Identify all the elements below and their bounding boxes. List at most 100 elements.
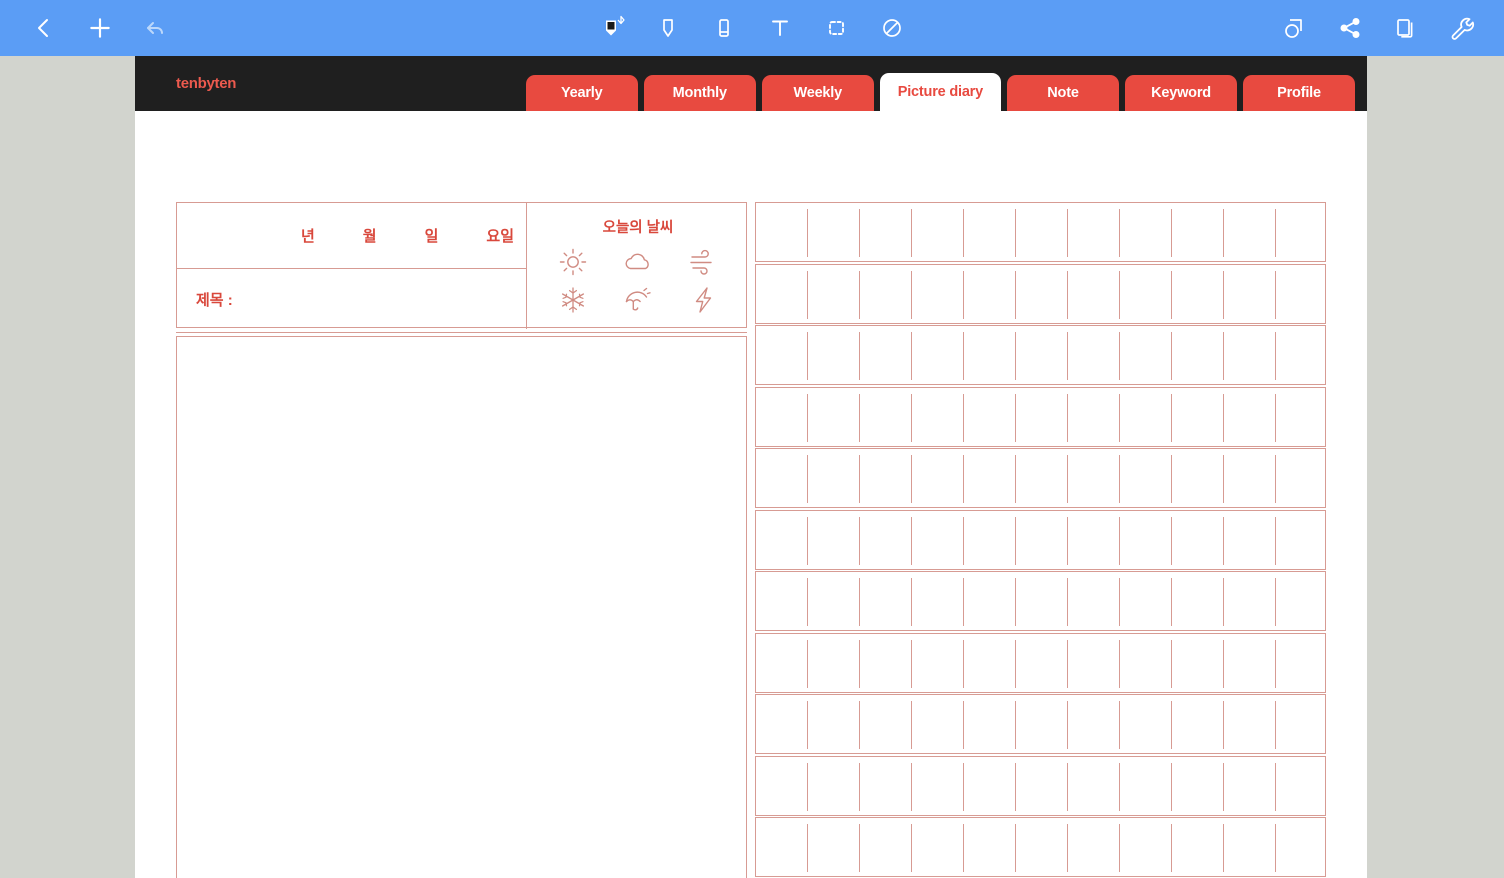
manuscript-cell[interactable] <box>756 762 808 811</box>
manuscript-cell[interactable] <box>1068 455 1120 503</box>
manuscript-cell[interactable] <box>756 455 808 503</box>
manuscript-cell[interactable] <box>1016 393 1068 442</box>
manuscript-cell[interactable] <box>912 824 964 872</box>
manuscript-cell[interactable] <box>1016 762 1068 811</box>
manuscript-cell[interactable] <box>1172 701 1224 749</box>
manuscript-cell[interactable] <box>808 455 860 503</box>
manuscript-cell[interactable] <box>1120 762 1172 811</box>
manuscript-cell[interactable] <box>860 824 912 872</box>
manuscript-cell[interactable] <box>964 393 1016 442</box>
manuscript-cell[interactable] <box>1224 701 1276 749</box>
manuscript-row[interactable] <box>755 202 1326 262</box>
manuscript-cell[interactable] <box>1016 516 1068 565</box>
manuscript-cell[interactable] <box>756 639 808 688</box>
manuscript-row[interactable] <box>755 325 1326 385</box>
manuscript-cell[interactable] <box>1068 209 1120 257</box>
manuscript-cell[interactable] <box>756 578 808 626</box>
manuscript-cell[interactable] <box>756 516 808 565</box>
manuscript-cell[interactable] <box>1276 763 1326 811</box>
manuscript-cell[interactable] <box>808 332 860 380</box>
manuscript-cell[interactable] <box>1276 824 1326 872</box>
manuscript-cell[interactable] <box>912 701 964 749</box>
manuscript-cell[interactable] <box>1172 209 1224 257</box>
manuscript-cell[interactable] <box>964 332 1016 380</box>
lightning-icon[interactable] <box>687 284 719 316</box>
pages-icon[interactable] <box>1378 0 1434 56</box>
text-tool-icon[interactable] <box>752 0 808 56</box>
stylus-bluetooth-icon[interactable] <box>584 0 640 56</box>
manuscript-cell[interactable] <box>1120 393 1172 442</box>
manuscript-cell[interactable] <box>860 270 912 319</box>
add-icon[interactable] <box>72 0 128 56</box>
manuscript-cell[interactable] <box>1276 394 1326 442</box>
selection-icon[interactable] <box>808 0 864 56</box>
manuscript-cell[interactable] <box>1224 578 1276 626</box>
manuscript-cell[interactable] <box>1276 271 1326 319</box>
manuscript-cell[interactable] <box>1276 701 1326 749</box>
manuscript-row[interactable] <box>755 448 1326 508</box>
manuscript-cell[interactable] <box>756 270 808 319</box>
manuscript-cell[interactable] <box>1172 578 1224 626</box>
manuscript-cell[interactable] <box>1120 578 1172 626</box>
manuscript-cell[interactable] <box>808 701 860 749</box>
manuscript-cell[interactable] <box>808 393 860 442</box>
manuscript-cell[interactable] <box>1172 639 1224 688</box>
manuscript-cell[interactable] <box>964 762 1016 811</box>
manuscript-cell[interactable] <box>912 762 964 811</box>
manuscript-cell[interactable] <box>860 209 912 257</box>
wrench-icon[interactable] <box>1434 0 1490 56</box>
manuscript-row[interactable] <box>755 386 1326 447</box>
manuscript-cell[interactable] <box>1224 639 1276 688</box>
back-icon[interactable] <box>16 0 72 56</box>
manuscript-cell[interactable] <box>912 209 964 257</box>
manuscript-cell[interactable] <box>912 332 964 380</box>
snowflake-icon[interactable] <box>557 284 589 316</box>
manuscript-cell[interactable] <box>1068 762 1120 811</box>
date-field-row[interactable]: 년 월 일 요일 <box>177 203 526 269</box>
manuscript-cell[interactable] <box>1068 701 1120 749</box>
manuscript-cell[interactable] <box>808 639 860 688</box>
manuscript-cell[interactable] <box>1068 824 1120 872</box>
manuscript-cell[interactable] <box>1120 701 1172 749</box>
manuscript-cell[interactable] <box>756 332 808 380</box>
manuscript-cell[interactable] <box>912 516 964 565</box>
manuscript-cell[interactable] <box>1120 639 1172 688</box>
manuscript-cell[interactable] <box>964 209 1016 257</box>
manuscript-cell[interactable] <box>1016 639 1068 688</box>
manuscript-cell[interactable] <box>1224 762 1276 811</box>
manuscript-cell[interactable] <box>808 270 860 319</box>
manuscript-cell[interactable] <box>1068 578 1120 626</box>
manuscript-cell[interactable] <box>1068 516 1120 565</box>
manuscript-cell[interactable] <box>1120 209 1172 257</box>
manuscript-cell[interactable] <box>1276 640 1326 688</box>
manuscript-cell[interactable] <box>964 455 1016 503</box>
manuscript-cell[interactable] <box>1224 209 1276 257</box>
sun-icon[interactable] <box>557 246 589 278</box>
manuscript-cell[interactable] <box>860 455 912 503</box>
undo-icon[interactable] <box>128 0 184 56</box>
manuscript-cell[interactable] <box>964 639 1016 688</box>
manuscript-cell[interactable] <box>912 639 964 688</box>
manuscript-cell[interactable] <box>860 332 912 380</box>
manuscript-cell[interactable] <box>1224 270 1276 319</box>
manuscript-cell[interactable] <box>808 762 860 811</box>
manuscript-cell[interactable] <box>1224 332 1276 380</box>
manuscript-cell[interactable] <box>1120 455 1172 503</box>
tab-note[interactable]: Note <box>1007 75 1119 111</box>
manuscript-cell[interactable] <box>1016 332 1068 380</box>
manuscript-row[interactable] <box>755 755 1326 816</box>
no-tool-icon[interactable] <box>864 0 920 56</box>
manuscript-cell[interactable] <box>1224 393 1276 442</box>
manuscript-cell[interactable] <box>1068 639 1120 688</box>
manuscript-cell[interactable] <box>1276 455 1326 503</box>
manuscript-cell[interactable] <box>1016 824 1068 872</box>
highlighter-icon[interactable] <box>640 0 696 56</box>
tab-profile[interactable]: Profile <box>1243 75 1355 111</box>
manuscript-cell[interactable] <box>1172 270 1224 319</box>
manuscript-cell[interactable] <box>860 701 912 749</box>
manuscript-cell[interactable] <box>860 393 912 442</box>
manuscript-cell[interactable] <box>860 762 912 811</box>
manuscript-cell[interactable] <box>1224 824 1276 872</box>
manuscript-cell[interactable] <box>1120 516 1172 565</box>
share-icon[interactable] <box>1322 0 1378 56</box>
